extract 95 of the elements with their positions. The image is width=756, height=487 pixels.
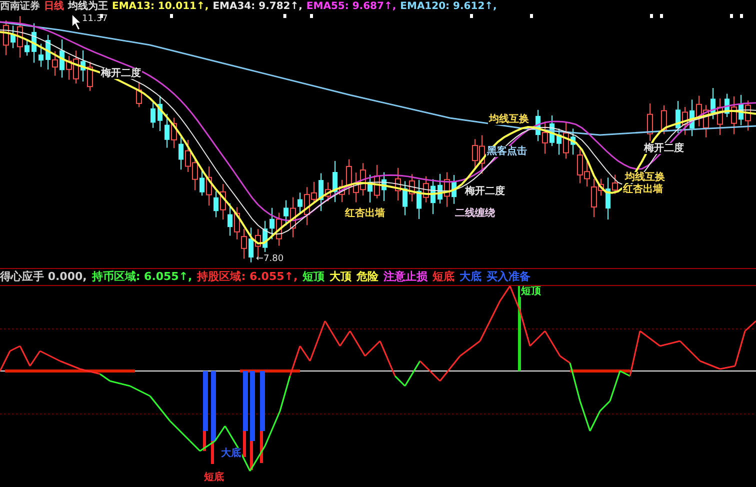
legend-label: 得心应手 0.000, xyxy=(0,270,87,284)
candlestick xyxy=(402,180,408,216)
candlestick xyxy=(276,212,282,246)
signal-label: 短顶 xyxy=(520,286,542,297)
candlestick xyxy=(80,50,86,82)
candlestick xyxy=(745,100,751,132)
pattern-label: 均线互换 xyxy=(624,172,666,183)
candlestick xyxy=(550,114,554,146)
candlestick xyxy=(228,202,232,236)
legend-label: 注意止损 xyxy=(384,270,428,284)
candlestick xyxy=(570,128,576,156)
legend-label: EMA13: 10.011↑, xyxy=(112,0,209,13)
candlestick xyxy=(87,61,93,92)
candlestick xyxy=(374,164,380,199)
candlestick xyxy=(164,113,170,148)
legend-label: 日线 xyxy=(44,0,64,13)
legend-label: 西南证券 xyxy=(0,0,40,13)
legend-label: 持股区域: 6.055↑, xyxy=(197,270,298,284)
candlestick xyxy=(158,95,162,132)
candlestick xyxy=(150,102,156,128)
legend-label: EMA120: 9.612↑, xyxy=(400,0,497,13)
legend-label: 持币区域: 6.055↑, xyxy=(92,270,192,284)
mouse-cursor-icon xyxy=(72,14,82,30)
candlestick xyxy=(17,16,23,58)
candlestick xyxy=(214,190,218,218)
legend-label: 短顶 xyxy=(302,270,325,284)
candlestick xyxy=(661,104,667,135)
candlestick xyxy=(710,87,716,120)
candlestick xyxy=(647,103,653,142)
candlestick xyxy=(298,192,302,214)
candlestick xyxy=(717,98,723,136)
candlestick xyxy=(444,172,450,208)
pattern-label: 均线互换 xyxy=(488,114,530,125)
candlestick xyxy=(395,167,401,201)
candlestick xyxy=(676,100,680,134)
signal-label: 短底 xyxy=(203,472,225,483)
candlestick xyxy=(690,99,694,137)
price-label: ←7.80 xyxy=(256,254,284,264)
candlestick xyxy=(368,174,372,204)
candlestick xyxy=(10,25,16,49)
candlestick xyxy=(382,172,386,202)
candlestick xyxy=(452,174,456,204)
legend-label: 危险 xyxy=(356,270,379,284)
candlestick xyxy=(606,177,610,220)
candlestick xyxy=(682,106,688,136)
candlestick xyxy=(171,117,177,149)
candlestick xyxy=(724,93,730,118)
candlestick xyxy=(178,135,184,170)
pattern-label: 梅开二度 xyxy=(643,143,685,154)
candlestick xyxy=(46,34,50,70)
legend-label: EMA34: 9.782↑, xyxy=(212,0,302,13)
candlestick xyxy=(24,40,30,56)
candlestick xyxy=(438,173,442,204)
candlestick xyxy=(200,169,204,196)
legend-label: 大底 xyxy=(460,270,482,284)
legend-label: EMA55: 9.687↑, xyxy=(306,0,396,13)
signal-label: 大底 xyxy=(220,448,242,459)
candlestick xyxy=(220,184,226,220)
zone-bar xyxy=(570,370,630,372)
candlestick xyxy=(318,172,324,212)
pattern-label: 红杏出墙 xyxy=(622,184,664,195)
candlestick xyxy=(738,94,744,126)
legend-label: 买入准备 xyxy=(486,270,531,284)
pattern-label: 梅开二度 xyxy=(100,68,142,79)
legend-label: 均线为王 xyxy=(68,0,108,13)
candlestick xyxy=(248,227,254,263)
candlestick xyxy=(136,81,142,108)
legend-label: 短底 xyxy=(432,270,455,284)
candlestick xyxy=(284,200,288,226)
candlestick xyxy=(3,20,9,56)
candlestick xyxy=(32,22,36,64)
pattern-label: 红杏出墙 xyxy=(344,208,386,219)
pattern-label: 黑客点击 xyxy=(486,146,528,157)
candlestick xyxy=(270,207,274,240)
candlestick xyxy=(423,176,429,203)
candlestick xyxy=(612,174,618,194)
candlestick xyxy=(332,160,338,203)
legend-label: 大顶 xyxy=(330,270,352,284)
candlestick xyxy=(536,109,540,142)
candlestick xyxy=(38,43,44,68)
pattern-label: 梅开二度 xyxy=(464,186,506,197)
price-label: 11.37 xyxy=(82,14,108,24)
candlestick xyxy=(262,220,268,252)
candlestick xyxy=(325,182,331,202)
candlestick xyxy=(52,50,58,76)
candlestick xyxy=(556,128,562,156)
pattern-label: 二线缠绕 xyxy=(454,208,496,219)
candlestick xyxy=(731,96,737,135)
candlestick xyxy=(206,166,212,206)
candlestick xyxy=(60,39,64,78)
candlestick xyxy=(416,179,422,220)
candlestick xyxy=(542,121,548,154)
candlestick xyxy=(563,122,569,160)
candlestick xyxy=(409,174,415,202)
candlestick xyxy=(430,178,436,215)
